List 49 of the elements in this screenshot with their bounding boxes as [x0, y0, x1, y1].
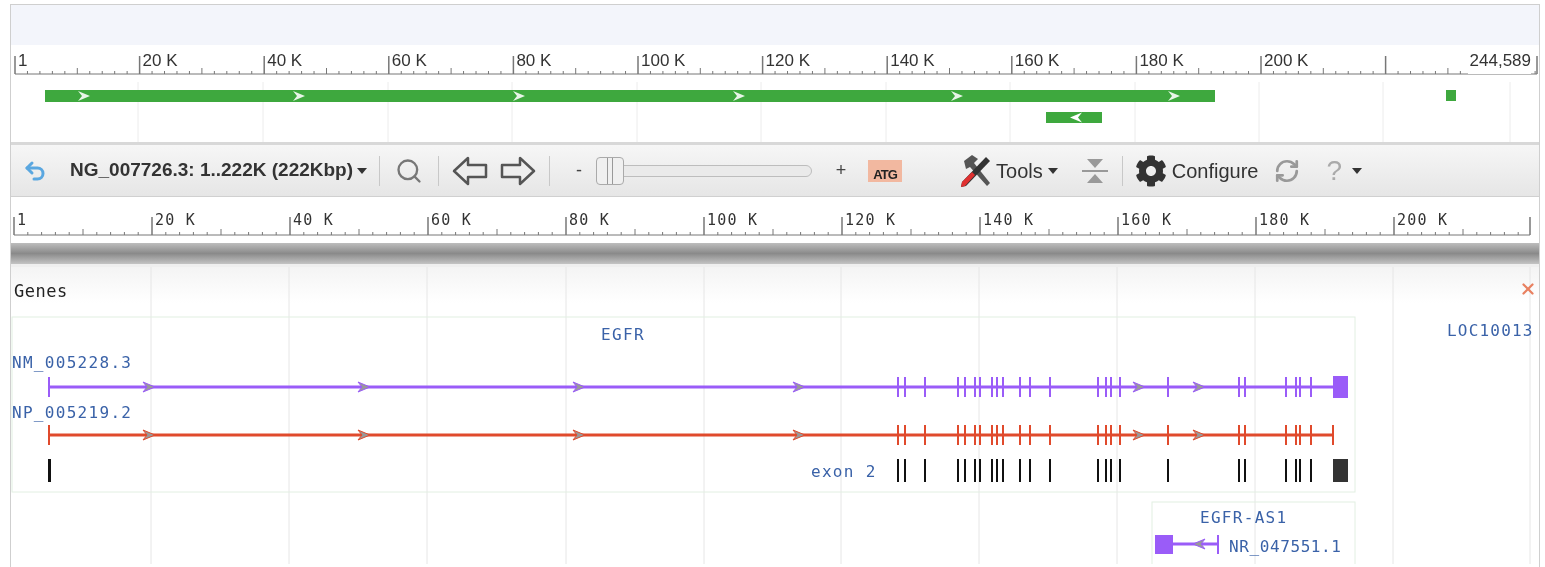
gene-label[interactable]: EGFR — [601, 323, 646, 347]
zoom-slider[interactable] — [596, 156, 813, 185]
caret-icon — [1047, 167, 1058, 174]
transcript-label[interactable]: NM_005228.3 — [12, 351, 133, 375]
ruler-label: 1 — [18, 50, 28, 72]
close-icon — [1519, 280, 1537, 298]
settings-icon — [1134, 154, 1167, 187]
tools-dropdown[interactable]: Tools — [958, 152, 1058, 189]
ruler-label: 120 K — [765, 50, 811, 72]
ruler-label: 1 — [17, 210, 28, 231]
caret-icon — [1352, 167, 1363, 174]
ruler-label: 60 K — [431, 210, 472, 231]
close-button[interactable] — [1519, 280, 1537, 298]
ruler-label: 160 K — [1121, 210, 1173, 231]
ruler-label: 140 K — [983, 210, 1035, 231]
ruler-label: 200 K — [1264, 50, 1309, 72]
ruler-label: 180 K — [1139, 50, 1184, 72]
right-arrow-icon — [500, 155, 537, 186]
ruler-label: 80 K — [516, 50, 552, 72]
left-arrow-icon — [452, 155, 489, 186]
exon-label: exon 2 — [811, 461, 877, 483]
gene-label[interactable]: EGFR-AS1 — [1200, 506, 1288, 530]
ruler-label: 80 K — [569, 210, 610, 231]
ruler-label: 140 K — [890, 50, 935, 72]
ruler-label: 20 K — [142, 50, 178, 72]
transcript-label[interactable]: NR_047551.1 — [1229, 535, 1342, 559]
collapse-icon — [1080, 157, 1109, 184]
ruler-label: 180 K — [1259, 210, 1311, 231]
ruler-label: 160 K — [1014, 50, 1060, 72]
ruler-label: 20 K — [155, 210, 196, 231]
ruler-label: 200 K — [1397, 210, 1449, 231]
caret-icon — [357, 167, 368, 174]
transcript-label[interactable]: NP_005219.2 — [12, 401, 133, 425]
configure-button[interactable]: Configure — [1134, 154, 1259, 187]
ruler-label: 100 K — [641, 50, 686, 72]
sequence-button[interactable]: ATG — [868, 159, 903, 182]
gene-label[interactable]: LOC10013 — [1447, 319, 1534, 343]
ruler-label: 100 K — [707, 210, 759, 231]
zoom-in-button[interactable]: + — [834, 157, 849, 184]
ruler-label: 40 K — [293, 210, 334, 231]
slider-thumb[interactable] — [596, 156, 625, 185]
track-title: Genes — [14, 280, 68, 303]
refresh-icon — [1274, 157, 1301, 184]
search-icon — [395, 156, 424, 185]
ruler-label: 120 K — [845, 210, 897, 231]
ruler-label: 60 K — [391, 50, 427, 72]
sequence-dropdown[interactable]: NG_007726.3: 1..222K (222Kbp) — [70, 156, 368, 185]
zoom-out-button[interactable]: - — [572, 157, 587, 184]
ruler-label: 40 K — [267, 50, 303, 72]
